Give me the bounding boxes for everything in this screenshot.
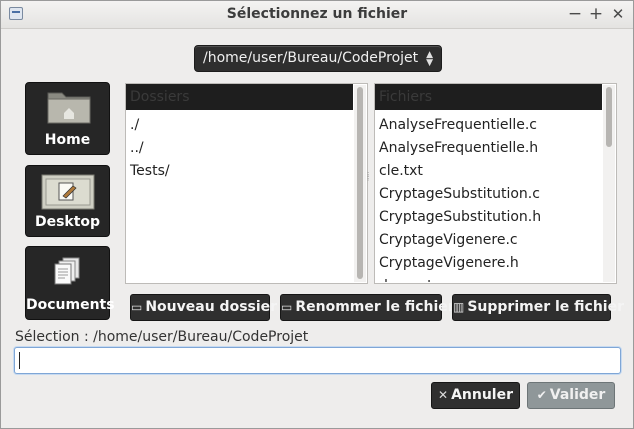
close-button[interactable]: ✕	[608, 3, 628, 25]
path-selector-value: /home/user/Bureau/CodeProjet	[203, 50, 419, 66]
cancel-label: Annuler	[451, 387, 513, 403]
title-bar[interactable]: Sélectionnez un fichier − + ✕	[1, 1, 633, 29]
file-item[interactable]: AnalyseFrequentielle.c	[375, 114, 602, 137]
files-header: Fichiers	[375, 84, 602, 110]
delete-file-label: Supprimer le fichier	[467, 299, 625, 315]
selection-label: Sélection : /home/user/Bureau/CodeProjet	[15, 329, 309, 345]
file-item[interactable]: CryptageSubstitution.c	[375, 183, 602, 206]
updown-arrows-icon: ▲ ▼	[426, 50, 433, 68]
window-title: Sélectionnez un fichier	[226, 6, 408, 22]
folder-item[interactable]: ../	[126, 137, 353, 160]
close-icon: ✕	[438, 388, 449, 402]
ok-button[interactable]: ✔ Valider	[527, 382, 615, 409]
cancel-button[interactable]: ✕ Annuler	[431, 382, 520, 409]
file-item[interactable]: CryptageVigenere.c	[375, 229, 602, 252]
path-selector[interactable]: /home/user/Bureau/CodeProjet ▲ ▼	[194, 45, 442, 72]
place-documents[interactable]: Documents	[25, 246, 115, 320]
file-item[interactable]: CryptageVigenere.h	[375, 252, 602, 275]
file-item[interactable]: AnalyseFrequentielle.h	[375, 137, 602, 160]
desktop-icon	[41, 174, 95, 210]
rename-file-label: Renommer le fichier	[295, 299, 455, 315]
minimize-button[interactable]: −	[565, 3, 585, 25]
files-scrollbar[interactable]	[603, 85, 615, 282]
pane-splitter[interactable]: ⁝ ⁝	[367, 172, 371, 187]
folders-scrollbar[interactable]	[354, 85, 366, 282]
documents-icon	[54, 257, 80, 285]
file-chooser-window: Sélectionnez un fichier − + ✕ /home/user…	[0, 0, 634, 429]
file-item[interactable]: cle.txt	[375, 160, 602, 183]
files-scroll-thumb[interactable]	[606, 87, 612, 147]
new-folder-button[interactable]: ▭ Nouveau dossier	[130, 294, 277, 321]
folder-item[interactable]: Tests/	[126, 160, 353, 183]
trash-icon: ▥	[453, 300, 465, 314]
ok-label: Valider	[549, 387, 606, 403]
folders-scroll-thumb[interactable]	[357, 87, 363, 279]
rename-file-button[interactable]: ▭ Renommer le fichier	[280, 294, 455, 321]
place-documents-label: Documents	[26, 297, 115, 313]
folder-item[interactable]: ./	[126, 114, 353, 137]
maximize-button[interactable]: +	[586, 3, 606, 25]
new-folder-label: Nouveau dossier	[145, 299, 278, 315]
folders-header: Dossiers	[126, 84, 353, 110]
delete-file-button[interactable]: ▥ Supprimer le fichier	[452, 294, 624, 321]
place-home-label: Home	[44, 132, 91, 148]
files-list[interactable]: Fichiers AnalyseFrequentielle.c AnalyseF…	[374, 83, 617, 284]
rename-icon: ▭	[281, 300, 293, 314]
check-icon: ✔	[536, 388, 547, 402]
home-folder-icon	[47, 92, 91, 124]
file-item[interactable]: decrypt	[375, 275, 602, 282]
text-caret	[19, 352, 20, 369]
folders-list[interactable]: Dossiers ./ ../ Tests/	[125, 83, 368, 284]
place-desktop-label: Desktop	[34, 214, 101, 230]
place-desktop[interactable]: Desktop	[25, 165, 110, 237]
new-folder-icon: ▭	[131, 300, 143, 314]
file-item[interactable]: CryptageSubstitution.h	[375, 206, 602, 229]
place-home[interactable]: Home	[25, 82, 110, 155]
selection-input[interactable]	[14, 347, 621, 374]
